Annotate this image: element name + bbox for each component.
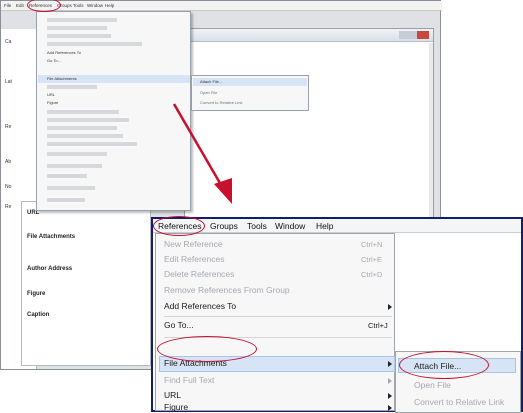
references-menu: New Reference Ctrl+N Edit References Ctr… bbox=[155, 233, 395, 412]
small-item-figure[interactable]: Figure bbox=[47, 100, 58, 105]
small-menu-edit[interactable]: Edit bbox=[16, 3, 24, 8]
menu-item-edit-references[interactable]: Edit References bbox=[164, 254, 224, 264]
submenu-open-file[interactable]: Open File bbox=[414, 380, 451, 390]
submenu-convert-relative-link[interactable]: Convert to Relative Link bbox=[414, 397, 504, 407]
arrow-icon bbox=[172, 103, 232, 204]
annotation-ellipse-references bbox=[153, 216, 205, 236]
submenu-arrow-icon bbox=[388, 378, 392, 384]
small-sub-attach-file[interactable]: Attach File... bbox=[200, 79, 222, 84]
shortcut-new-reference: Ctrl+N bbox=[361, 240, 383, 249]
small-menu-tools[interactable]: Tools bbox=[73, 3, 84, 8]
menu-help[interactable]: Help bbox=[316, 221, 333, 231]
menu-item-go-to[interactable]: Go To... bbox=[164, 320, 194, 330]
menu-item-url[interactable]: URL bbox=[164, 390, 181, 400]
field-figure: Figure bbox=[27, 291, 46, 297]
large-zoom-screenshot: References Groups Tools Window Help New … bbox=[151, 216, 523, 413]
close-icon[interactable] bbox=[417, 31, 429, 39]
submenu-arrow-icon bbox=[388, 393, 392, 399]
small-references-menu: Add References To Go To... File Attachme… bbox=[36, 11, 191, 211]
small-item-go-to[interactable]: Go To... bbox=[47, 58, 61, 63]
submenu-arrow-icon bbox=[388, 304, 392, 310]
menu-item-delete-references[interactable]: Delete References bbox=[164, 269, 234, 279]
large-menubar: References Groups Tools Window Help bbox=[153, 219, 521, 233]
menu-item-find-full-text[interactable]: Find Full Text bbox=[164, 375, 214, 385]
small-menu-file[interactable]: File bbox=[4, 3, 11, 8]
small-menu-window[interactable]: Window bbox=[87, 3, 103, 8]
shortcut-edit-references: Ctrl+E bbox=[361, 255, 383, 264]
small-menu-help[interactable]: Help bbox=[105, 3, 114, 8]
menu-item-remove-from-group[interactable]: Remove References From Group bbox=[164, 285, 290, 295]
small-sub-open-file[interactable]: Open File bbox=[200, 90, 217, 95]
menu-item-new-reference[interactable]: New Reference bbox=[164, 239, 223, 249]
submenu-arrow-icon bbox=[388, 361, 392, 367]
field-author-address: Author Address bbox=[27, 266, 73, 272]
menu-tools[interactable]: Tools bbox=[247, 221, 267, 231]
small-menubar: File Edit References Groups Tools Window… bbox=[1, 1, 442, 11]
small-item-file-attachments[interactable]: File Attachments bbox=[47, 76, 77, 81]
annotation-ellipse-attach-file bbox=[399, 351, 489, 379]
menu-separator bbox=[164, 316, 392, 317]
menu-groups[interactable]: Groups bbox=[210, 221, 238, 231]
small-format-toolbar bbox=[185, 29, 433, 42]
small-fields-pane: URL File Attachments Author Address Figu… bbox=[21, 201, 151, 366]
shortcut-go-to: Ctrl+J bbox=[368, 321, 388, 330]
field-caption: Caption bbox=[27, 312, 50, 318]
menu-item-figure[interactable]: Figure bbox=[164, 402, 188, 412]
menu-window[interactable]: Window bbox=[275, 221, 305, 231]
annotation-ellipse-file-attachments bbox=[157, 336, 257, 362]
submenu-arrow-icon bbox=[388, 405, 392, 411]
menu-item-add-references-to[interactable]: Add References To bbox=[164, 301, 236, 311]
small-item-url[interactable]: URL bbox=[47, 92, 55, 97]
shortcut-delete-references: Ctrl+D bbox=[361, 270, 383, 279]
field-file-attachments: File Attachments bbox=[27, 234, 76, 240]
scrollbar[interactable] bbox=[429, 43, 433, 227]
